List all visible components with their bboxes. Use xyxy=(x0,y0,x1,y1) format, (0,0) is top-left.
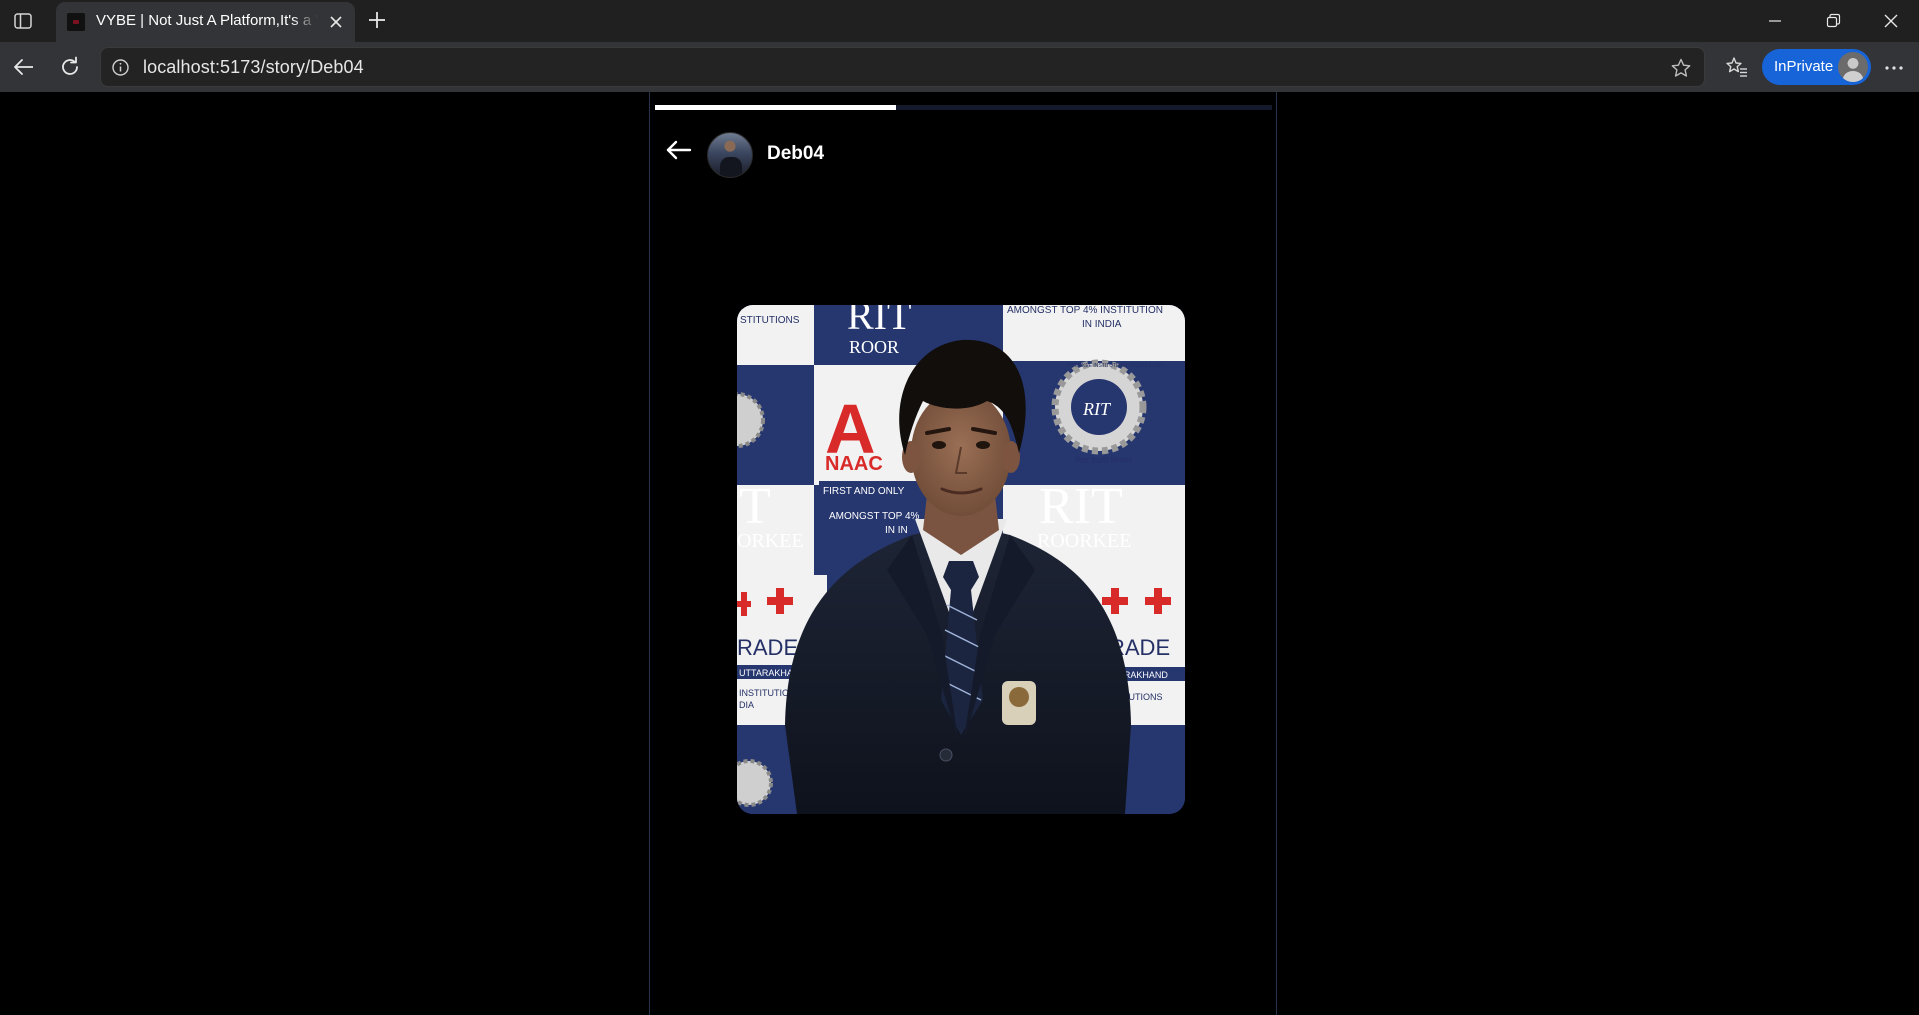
back-icon[interactable] xyxy=(11,54,37,80)
backdrop-text: ROOR xyxy=(849,337,899,357)
backdrop-text: FIRST AND ONLY xyxy=(823,486,905,497)
backdrop-text: STITUTIONS xyxy=(740,315,800,326)
backdrop-text: ORKEE xyxy=(737,530,804,552)
backdrop-text: AMONGST TOP 4% xyxy=(829,511,920,522)
profile-avatar xyxy=(1838,52,1868,82)
browser-toolbar: localhost:5173/story/Deb04 InPrivate xyxy=(0,42,1919,92)
backdrop-text: AMONGST TOP 4% INSTITUTION xyxy=(1007,305,1163,316)
address-bar[interactable]: localhost:5173/story/Deb04 xyxy=(100,47,1705,87)
backdrop-text: ROORKEE xyxy=(1037,530,1131,552)
close-window-icon[interactable] xyxy=(1879,9,1903,33)
sidebar-toggle-icon[interactable] xyxy=(13,11,33,31)
backdrop-text: IN IN xyxy=(885,525,908,536)
refresh-icon[interactable] xyxy=(57,54,83,80)
url-text[interactable]: localhost:5173/story/Deb04 xyxy=(143,57,364,78)
star-icon[interactable] xyxy=(1670,57,1692,79)
story-progress-fill xyxy=(655,105,896,110)
backdrop-text: NAAC xyxy=(825,453,883,475)
close-tab-icon[interactable] xyxy=(326,12,346,32)
backdrop-text: ROORKEE INSTITUTE OF TECHNOLOGY xyxy=(1067,363,1165,369)
story-username[interactable]: Deb04 xyxy=(767,143,824,165)
browser-tab-active[interactable]: VYBE | Not Just A Platform,It's a Vybe xyxy=(56,2,355,42)
new-tab-plus-icon[interactable] xyxy=(366,9,388,31)
inprivate-label: InPrivate xyxy=(1774,58,1834,75)
tab-title: VYBE | Not Just A Platform,It's a Vybe xyxy=(96,12,318,29)
inprivate-button[interactable]: InPrivate xyxy=(1762,49,1871,85)
story-viewer: Deb04 STITUTIONS RIT ROOR AMONGST TOP 4%… xyxy=(649,92,1277,1015)
more-icon[interactable] xyxy=(1882,56,1906,80)
story-progress-bar xyxy=(655,105,1272,110)
story-user-avatar[interactable] xyxy=(707,132,753,178)
story-photo-art: STITUTIONS RIT ROOR AMONGST TOP 4% INSTI… xyxy=(737,305,1185,814)
restore-icon[interactable] xyxy=(1821,9,1845,33)
backdrop-text: विद्या ददाति विनयम् xyxy=(1075,455,1133,466)
backdrop-text: RIT xyxy=(1039,478,1123,535)
info-icon[interactable] xyxy=(111,58,130,77)
favorites-icon[interactable] xyxy=(1725,55,1749,79)
backdrop-text: RIT xyxy=(847,305,911,338)
seal-monogram: RIT xyxy=(1082,399,1112,419)
backdrop-text: IN INDIA xyxy=(1082,319,1122,330)
arrow-left-icon[interactable] xyxy=(664,135,694,165)
story-photo: STITUTIONS RIT ROOR AMONGST TOP 4% INSTI… xyxy=(737,305,1185,814)
site-favicon-icon xyxy=(67,13,85,31)
backdrop-text: RADE xyxy=(737,635,798,660)
browser-titlebar: VYBE | Not Just A Platform,It's a Vybe xyxy=(0,0,1919,42)
page-viewport: Deb04 STITUTIONS RIT ROOR AMONGST TOP 4%… xyxy=(5,92,1914,1015)
minimize-icon[interactable] xyxy=(1763,9,1787,33)
backdrop-text: DIA xyxy=(739,700,754,710)
backdrop-text: T xyxy=(739,478,771,535)
